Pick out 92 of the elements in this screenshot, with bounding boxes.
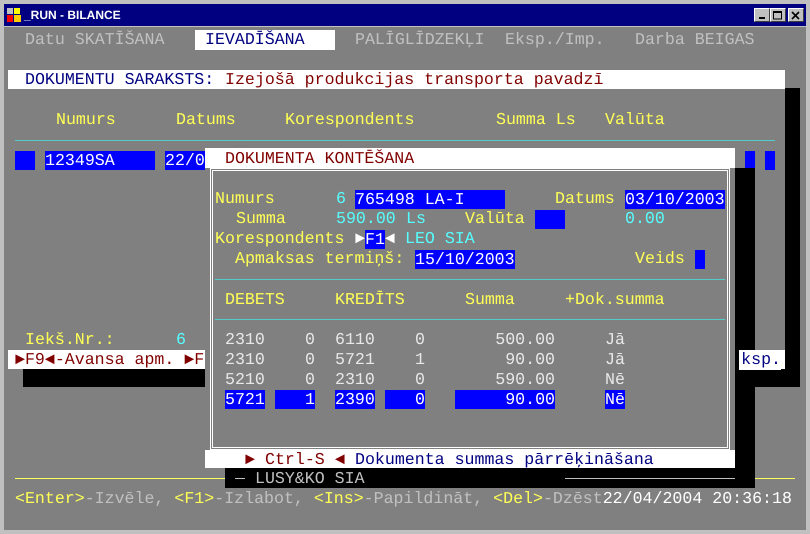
- key-marker: ◄: [335, 450, 345, 468]
- table-cell[interactable]: 1: [275, 390, 315, 408]
- column-header: Numurs: [56, 110, 116, 130]
- currency-field[interactable]: [535, 210, 565, 228]
- table-cell[interactable]: 0: [385, 390, 425, 408]
- amount-value: 590.00: [336, 209, 396, 229]
- close-icon: [791, 10, 801, 20]
- table-cell[interactable]: 22/0: [165, 150, 205, 170]
- table-cell[interactable]: 0: [275, 330, 315, 348]
- table-cell[interactable]: 5210: [225, 370, 265, 388]
- menu-item[interactable]: Datu SKATĪŠANA: [15, 30, 175, 50]
- shortcut-key: <F1>: [174, 489, 214, 509]
- window-title: _RUN - BILANCE: [24, 8, 122, 22]
- table-cell[interactable]: 2310: [225, 350, 265, 368]
- table-cell[interactable]: 2310: [335, 370, 375, 388]
- column-header: Summa: [465, 290, 515, 310]
- hotkey-hint: ►F9◄-Avansa apm. ►F: [15, 350, 204, 370]
- app-icon: [6, 7, 22, 23]
- column-header: KREDĪTS: [335, 290, 405, 310]
- field-label: Summa: [236, 209, 286, 229]
- table-cell[interactable]: Jā: [605, 350, 625, 368]
- table-cell[interactable]: 1: [385, 350, 425, 368]
- table-cell[interactable]: 0: [385, 330, 425, 348]
- table-cell[interactable]: 0: [275, 370, 315, 388]
- table-cell[interactable]: Nē: [605, 370, 625, 388]
- table-cell[interactable]: 0: [385, 370, 425, 388]
- close-button[interactable]: [788, 8, 804, 22]
- shortcut-action: -Izlabot,: [214, 489, 304, 509]
- shortcut-key: <Ins>: [314, 489, 364, 509]
- shortcut-action: -Dzēst: [542, 489, 603, 509]
- field-label: Apmaksas termiņš:: [235, 249, 405, 269]
- maximize-button[interactable]: [770, 8, 786, 22]
- date-field[interactable]: 03/10/2003: [625, 190, 725, 208]
- column-header: DEBETS: [225, 290, 285, 310]
- currency-unit: Ls: [406, 209, 426, 229]
- minimize-icon: [759, 17, 765, 19]
- table-cell[interactable]: 590.00: [455, 370, 555, 388]
- table-cell[interactable]: Jā: [605, 330, 625, 348]
- shortcut-key: <Enter>: [15, 489, 85, 509]
- dialog-title: DOKUMENTA KONTĒŠANA: [225, 148, 415, 168]
- menu-item[interactable]: Darba BEIGAS: [625, 30, 765, 50]
- table-cell[interactable]: 90.00: [455, 390, 555, 408]
- shortcut-key: <Del>: [493, 489, 543, 509]
- field-label: Iekš.Nr.:: [25, 330, 115, 350]
- table-cell[interactable]: 2310: [225, 330, 265, 348]
- number-field[interactable]: 765498 LA-I: [355, 190, 505, 208]
- currency-amount: 0.00: [625, 209, 665, 229]
- column-header: Datums: [176, 110, 236, 130]
- column-header: Summa Ls: [496, 110, 576, 130]
- empty-cell[interactable]: [745, 150, 755, 170]
- company-name: LUSY&KO SIA: [255, 468, 365, 488]
- field-label: Veids: [635, 249, 685, 269]
- column-header: Korespondents: [285, 110, 415, 130]
- table-cell[interactable]: 500.00: [455, 330, 555, 348]
- minimize-button[interactable]: [754, 8, 770, 22]
- hotkey-hint: ksp.: [739, 350, 781, 370]
- hotkey-label: Ctrl-S: [265, 450, 325, 468]
- hotkey-description: Dokumenta summas pārrēķināšana: [355, 450, 655, 468]
- table-cell[interactable]: 0: [275, 350, 315, 368]
- status-datetime: 22/04/2004 20:36:18: [602, 489, 792, 509]
- number-prefix: 6: [336, 189, 346, 209]
- shortcut-action: -Papildināt,: [364, 489, 484, 509]
- document-type: Izejošā produkcijas transporta pavadzī: [225, 70, 604, 90]
- internal-number: 6: [176, 330, 186, 350]
- empty-cell[interactable]: [765, 150, 775, 170]
- table-cell[interactable]: 6110: [335, 330, 375, 348]
- field-label: Datums: [555, 189, 615, 209]
- column-header: +Dok.summa: [565, 290, 665, 310]
- due-date-field[interactable]: 15/10/2003: [415, 250, 515, 268]
- key-marker: ◄: [385, 229, 395, 249]
- column-header: Valūta: [605, 110, 665, 130]
- shortcut-action: -Izvēle,: [84, 489, 164, 509]
- menu-item[interactable]: PALĪGLĪDZEKĻI: [345, 30, 495, 50]
- field-label: Numurs: [215, 189, 275, 209]
- type-field[interactable]: [695, 250, 705, 268]
- table-cell[interactable]: 5721: [225, 390, 265, 408]
- table-cell[interactable]: 5721: [335, 350, 375, 368]
- table-cell[interactable]: Nē: [605, 390, 625, 408]
- panel-title: DOKUMENTU SARAKSTS:: [25, 70, 215, 90]
- hotkey-field[interactable]: F1: [365, 230, 385, 248]
- maximize-icon: [773, 10, 783, 20]
- table-cell[interactable]: 12349SA: [45, 150, 155, 170]
- table-cell[interactable]: 90.00: [455, 350, 555, 368]
- empty-cell[interactable]: [15, 150, 35, 170]
- menu-item[interactable]: Eksp./Imp.: [495, 30, 625, 50]
- key-marker: ►: [355, 229, 365, 249]
- menu-item[interactable]: IEVADĪŠANA: [195, 30, 335, 50]
- field-label: Korespondents: [215, 229, 345, 249]
- key-marker: ►: [245, 450, 255, 468]
- table-cell[interactable]: 2390: [335, 390, 375, 408]
- field-label: Valūta: [465, 209, 525, 229]
- correspondent-name: LEO SIA: [405, 229, 475, 249]
